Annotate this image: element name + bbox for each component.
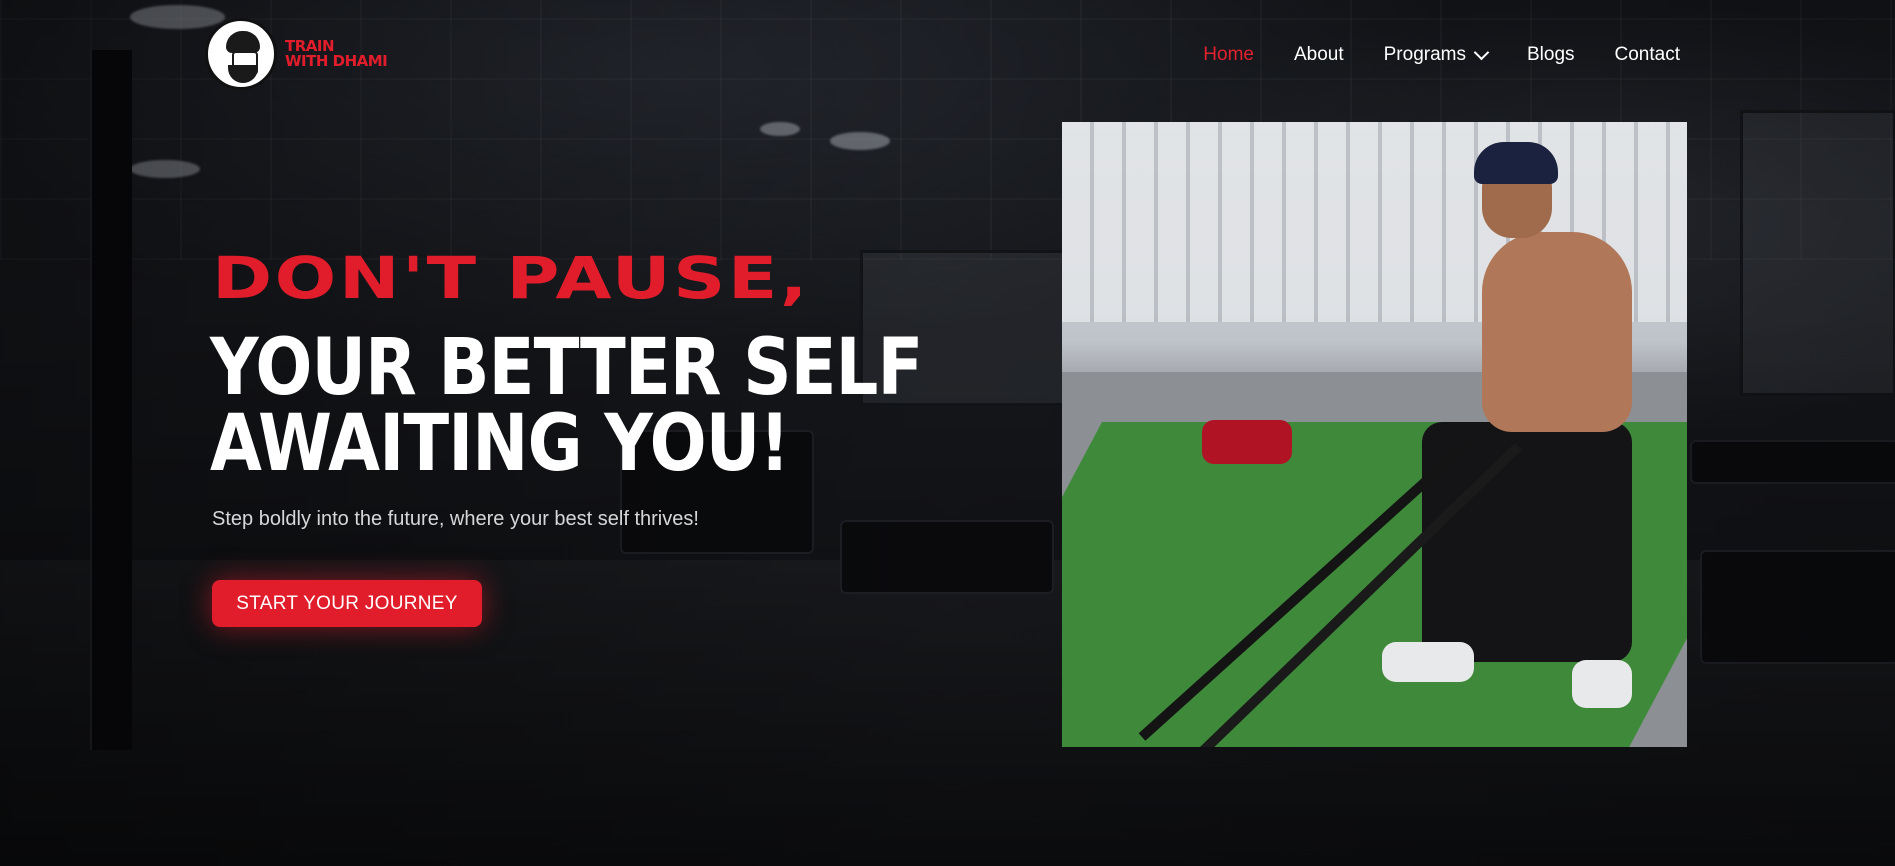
chevron-down-icon [1473,44,1490,60]
hero-pretitle: DON'T PAUSE, [212,244,810,312]
nav-programs-label: Programs [1383,44,1466,65]
hero-title-line1: YOUR BETTER SELF [210,323,923,413]
start-journey-button[interactable]: START YOUR JOURNEY [212,580,482,627]
nav-home[interactable]: Home [1203,44,1254,66]
logo-wordmark: TRAIN WITH DHAMI [285,39,388,70]
nav-programs[interactable]: Programs [1383,44,1490,66]
hero-subtitle: Step boldly into the future, where your … [212,508,699,530]
hero-photo [1062,122,1687,747]
hero-title-line2: AWAITING YOU! [210,399,790,489]
main-nav: Home About Programs Blogs Contact [1203,44,1680,66]
nav-contact[interactable]: Contact [1615,44,1680,66]
brand-logo[interactable]: TRAIN WITH DHAMI [205,18,388,90]
logo-emblem-icon [205,18,277,90]
hero-title: YOUR BETTER SELF AWAITING YOU! [210,323,923,489]
logo-line2: WITH DHAMI [285,52,388,70]
nav-about[interactable]: About [1294,44,1344,66]
nav-blogs[interactable]: Blogs [1527,44,1575,66]
